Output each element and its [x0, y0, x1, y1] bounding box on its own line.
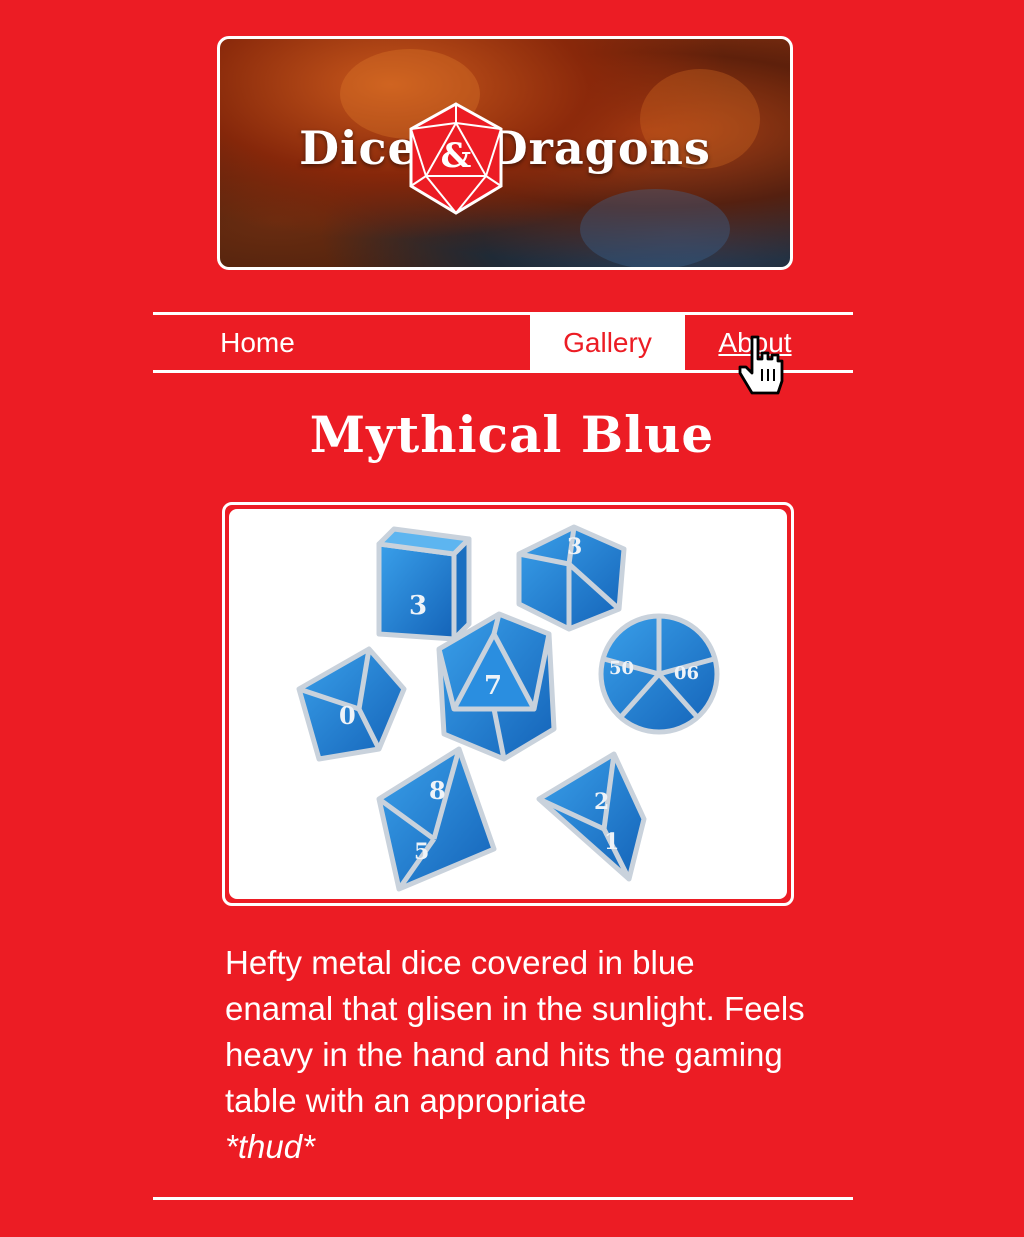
product-description: Hefty metal dice covered in blue enamal … — [225, 940, 805, 1170]
blue-metal-dice-set-image: 3 3 7 06 50 0 8 5 2 1 — [296, 524, 720, 892]
banner-art-highlight — [580, 189, 730, 267]
site-banner[interactable]: Dice Dragons & — [217, 36, 793, 270]
svg-text:0: 0 — [339, 701, 356, 730]
site-title-left: Dice — [299, 121, 418, 175]
svg-text:06: 06 — [674, 663, 699, 684]
product-image-frame[interactable]: 3 3 7 06 50 0 8 5 2 1 — [222, 502, 794, 906]
svg-text:50: 50 — [609, 658, 634, 679]
product-description-emphasis: *thud* — [225, 1128, 315, 1165]
svg-text:3: 3 — [409, 591, 427, 621]
svg-text:5: 5 — [414, 839, 429, 865]
svg-text:8: 8 — [429, 776, 446, 805]
footer-divider — [153, 1197, 853, 1200]
d20-ampersand-icon: & — [409, 102, 503, 215]
product-title: Mythical Blue — [309, 405, 715, 464]
svg-text:3: 3 — [567, 534, 582, 560]
svg-text:7: 7 — [484, 671, 502, 701]
nav-home-link[interactable]: Home — [180, 315, 335, 371]
hand-pointer-icon — [738, 335, 784, 395]
svg-text:1: 1 — [604, 829, 619, 855]
product-description-text: Hefty metal dice covered in blue enamal … — [225, 944, 805, 1119]
nav-gallery-link[interactable]: Gallery — [530, 315, 685, 371]
d4-die — [536, 751, 647, 882]
d6-die — [376, 526, 472, 642]
site-title-right: Dragons — [487, 121, 711, 175]
d4-die — [376, 746, 497, 892]
svg-text:2: 2 — [594, 789, 609, 815]
logo-ampersand: & — [441, 136, 472, 176]
